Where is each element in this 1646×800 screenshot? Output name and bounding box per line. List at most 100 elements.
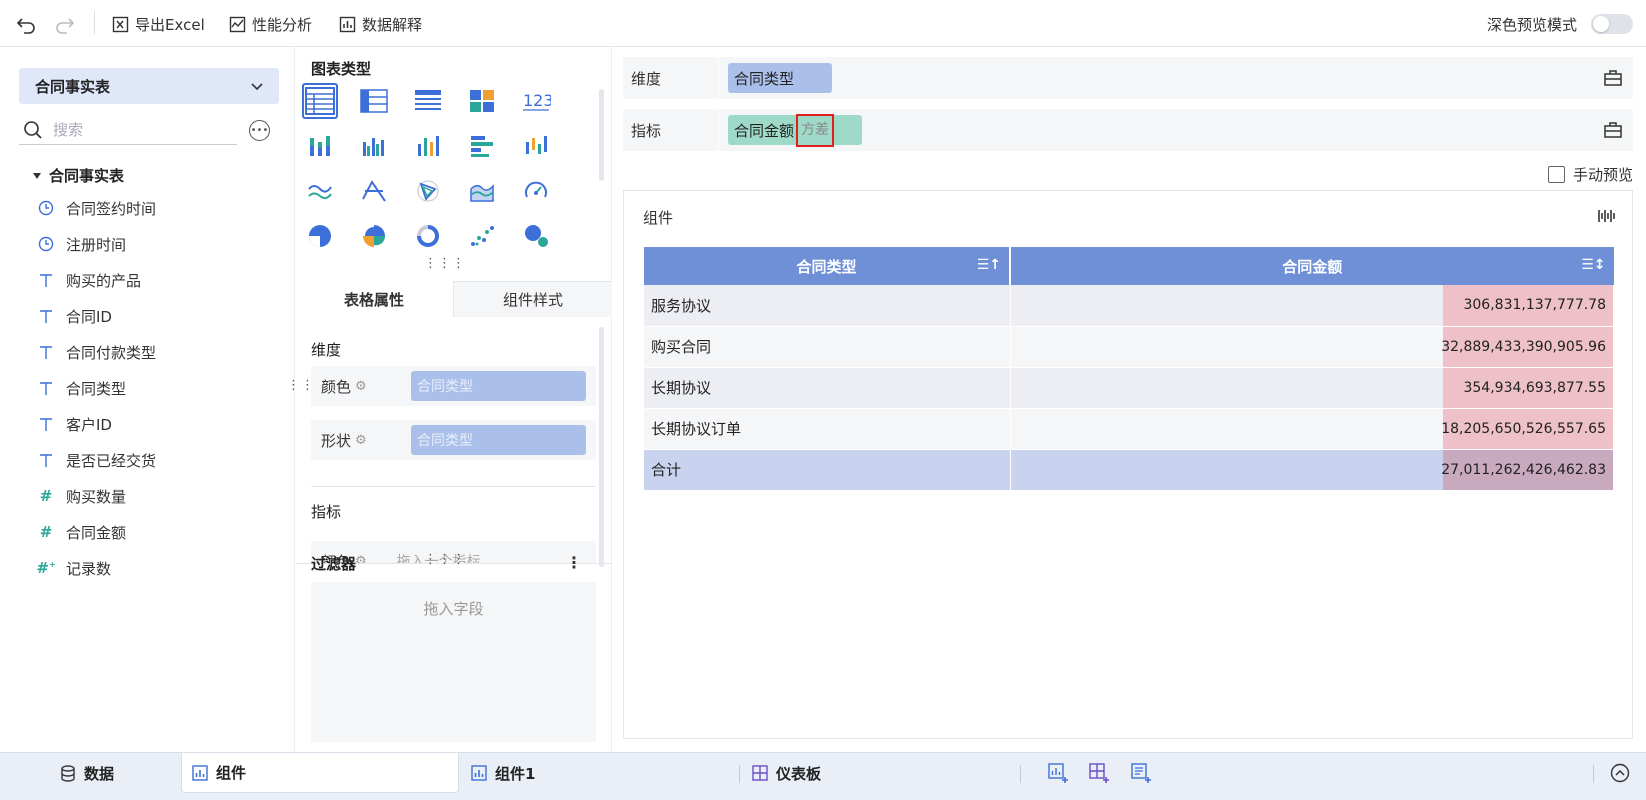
table-row[interactable]: 长期协议订单 18,205,650,526,557.65	[644, 408, 1614, 450]
detail-table-icon[interactable]	[410, 83, 446, 119]
toolbox-icon[interactable]	[1603, 68, 1623, 88]
sort-icon[interactable]: ☰↕	[1581, 257, 1605, 273]
metric-shelf[interactable]: 指标 合同金额 方差	[623, 109, 1633, 151]
color-dimension-pill[interactable]: 合同类型	[411, 371, 586, 401]
field-item[interactable]: # 合同金额	[38, 520, 126, 544]
add-component-icon[interactable]	[1048, 763, 1068, 783]
tab-data-label: 数据	[84, 764, 115, 783]
table-row[interactable]: 服务协议 306,831,137,777.78	[644, 285, 1614, 327]
props-scrollbar[interactable]	[599, 327, 604, 567]
donut-chart-icon[interactable]	[410, 218, 446, 254]
manual-preview-checkbox[interactable]: 手动预览	[1548, 164, 1633, 185]
panel-resize-handle[interactable]: ⋮⋮	[287, 379, 315, 392]
tab-component-style[interactable]: 组件样式	[453, 281, 612, 317]
redo-icon[interactable]	[55, 13, 75, 35]
field-label: 合同金额	[66, 523, 127, 542]
export-excel-button[interactable]: 导出Excel	[112, 13, 205, 35]
pie-chart-icon[interactable]	[302, 218, 338, 254]
filter-drop-zone[interactable]: 拖入字段	[311, 582, 596, 742]
radar-line-icon[interactable]	[356, 173, 392, 209]
line-chart-icon[interactable]	[302, 173, 338, 209]
bubble-chart-icon[interactable]	[518, 218, 554, 254]
cross-table-icon[interactable]	[356, 83, 392, 119]
undo-icon[interactable]	[16, 13, 36, 35]
total-label: 合计	[644, 449, 1011, 491]
field-item[interactable]: 客户ID	[38, 412, 112, 436]
data-explain-label: 数据解释	[362, 15, 423, 34]
checkbox-box[interactable]	[1548, 166, 1565, 183]
settings-icon[interactable]: ⚙	[355, 379, 367, 394]
table-chart-icon[interactable]	[302, 83, 338, 119]
rose-chart-icon[interactable]	[356, 218, 392, 254]
toolbox-icon[interactable]	[1603, 120, 1623, 140]
amount-value: 354,934,693,877.55	[1443, 367, 1613, 408]
property-tabs: 表格属性 组件样式	[296, 281, 612, 317]
field-item[interactable]: 是否已经交货	[38, 448, 156, 472]
cell-type: 购买合同	[644, 326, 1011, 368]
dimension-pill[interactable]: 合同类型	[728, 63, 832, 93]
grouped-bar-icon[interactable]	[356, 128, 392, 164]
search-input[interactable]: 搜索	[53, 119, 83, 140]
shape-label: 形状	[321, 431, 352, 450]
area-chart-icon[interactable]	[464, 173, 500, 209]
data-table: 合同类型 ☰↑ 合同金额 ☰↕ 服务协议 306,831,137,777.78 购买…	[644, 247, 1614, 491]
clock-icon	[38, 200, 54, 216]
range-bar-icon[interactable]	[518, 128, 554, 164]
collapse-up-icon[interactable]	[1610, 763, 1630, 783]
horizontal-bar-icon[interactable]	[464, 128, 500, 164]
kpi-icon[interactable]: 123	[518, 83, 554, 119]
tab-dashboard[interactable]: 仪表板	[752, 753, 821, 793]
field-item[interactable]: 注册时间	[38, 232, 126, 256]
field-item[interactable]: 购买的产品	[38, 268, 141, 292]
performance-icon	[229, 16, 246, 32]
settings-icon[interactable]: ⚙	[355, 554, 367, 564]
table-row[interactable]: 购买合同 32,889,433,390,905.96	[644, 326, 1614, 368]
column-header-amount[interactable]: 合同金额 ☰↕	[1010, 247, 1614, 285]
radar-chart-icon[interactable]	[410, 173, 446, 209]
filter-more-icon[interactable]: ⋮	[566, 553, 582, 572]
aggregation-label[interactable]: 方差	[796, 113, 835, 147]
text-type-icon	[38, 452, 54, 468]
field-item[interactable]: 合同签约时间	[38, 196, 156, 220]
bar-chart-icon[interactable]	[410, 128, 446, 164]
tab-table-props[interactable]: 表格属性	[296, 281, 452, 317]
performance-analysis-button[interactable]: 性能分析	[229, 13, 312, 35]
tab-component1[interactable]: 组件1	[471, 753, 535, 793]
toolbar-divider	[94, 11, 95, 35]
gauge-icon[interactable]	[518, 173, 554, 209]
amount-value: 306,831,137,777.78	[1443, 285, 1613, 326]
more-options-icon[interactable]: •••	[249, 120, 270, 141]
total-amount: 27,011,262,426,462.83	[1441, 449, 1613, 490]
sort-asc-icon[interactable]: ☰↑	[977, 257, 1001, 273]
dataset-select[interactable]: 合同事实表	[19, 68, 279, 104]
field-item[interactable]: 合同类型	[38, 376, 126, 400]
column-header-type[interactable]: 合同类型 ☰↑	[644, 247, 1011, 285]
treemap-icon[interactable]	[464, 83, 500, 119]
stacked-bar-icon[interactable]	[302, 128, 338, 164]
data-explain-button[interactable]: 数据解释	[339, 13, 422, 35]
tab-component[interactable]: 组件	[181, 753, 459, 793]
shape-dimension-pill[interactable]: 合同类型	[411, 425, 586, 455]
tree-root[interactable]: 合同事实表	[33, 165, 124, 186]
add-report-icon[interactable]	[1131, 763, 1151, 783]
resize-handle[interactable]: ⋮⋮⋮	[424, 257, 466, 270]
add-dashboard-icon[interactable]	[1089, 763, 1109, 783]
chart-settings-icon[interactable]	[1597, 207, 1615, 225]
field-item[interactable]: 合同付款类型	[38, 340, 156, 364]
chart-grid-scrollbar[interactable]	[599, 89, 604, 181]
field-item[interactable]: 合同ID	[38, 304, 112, 328]
scatter-chart-icon[interactable]	[464, 218, 500, 254]
metric-section-title: 指标	[311, 503, 342, 521]
number-icon: #	[39, 523, 53, 541]
resize-handle[interactable]: ⋮⋮⋮	[424, 553, 466, 566]
table-row[interactable]: 长期协议 354,934,693,877.55	[644, 367, 1614, 409]
metric-pill[interactable]: 合同金额 方差	[728, 113, 862, 147]
settings-icon[interactable]: ⚙	[355, 433, 367, 448]
dashboard-icon	[752, 765, 768, 781]
dimension-shelf[interactable]: 维度 合同类型	[623, 57, 1633, 99]
tab-data[interactable]: 数据	[60, 753, 114, 793]
field-item[interactable]: # 购买数量	[38, 484, 126, 508]
field-item[interactable]: #+ 记录数	[36, 556, 111, 580]
field-search[interactable]: 搜索	[19, 115, 237, 145]
dark-preview-toggle[interactable]	[1591, 14, 1633, 34]
